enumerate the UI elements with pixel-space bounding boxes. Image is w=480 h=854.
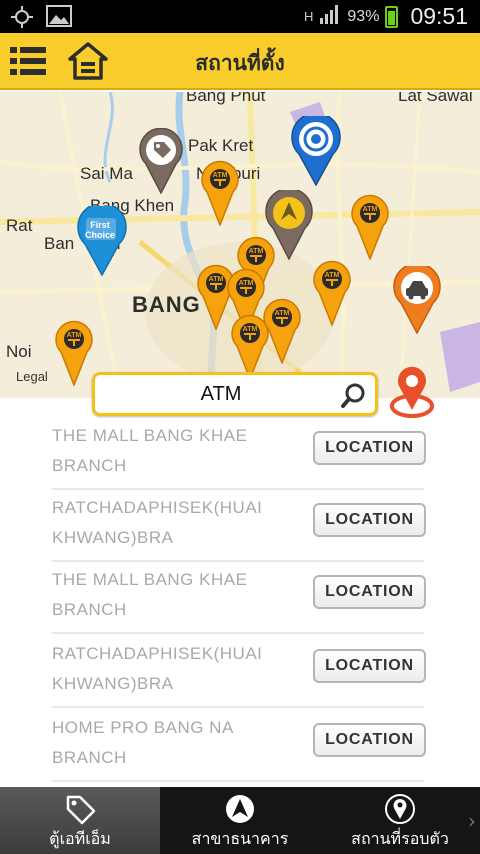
svg-text:ATM: ATM — [325, 272, 340, 279]
bottom-nav: ตู้เอทีเอ็ม สาขาธนาคาร สถานที่รอบตัว › — [0, 787, 480, 854]
svg-text:ATM: ATM — [249, 248, 264, 255]
search-bar — [92, 372, 378, 416]
map-label: Sai Ma — [80, 164, 133, 183]
location-button[interactable]: LOCATION — [313, 575, 426, 609]
svg-text:First: First — [90, 220, 110, 230]
map-label: Pak Kret — [188, 136, 254, 155]
svg-text:ATM: ATM — [209, 276, 224, 283]
battery-percent: 93% — [347, 7, 380, 25]
location-button[interactable]: LOCATION — [313, 431, 426, 465]
gps-icon — [10, 5, 34, 33]
divider — [52, 780, 424, 782]
svg-text:Choice: Choice — [85, 230, 115, 240]
list-item: HOME PRO BANG NA BRANCH LOCATION — [52, 710, 426, 782]
tab-label: สาขาธนาคาร — [191, 829, 289, 848]
app-header: สถานที่ตั้ง — [0, 33, 480, 90]
location-button[interactable]: LOCATION — [313, 503, 426, 537]
location-button[interactable]: LOCATION — [313, 649, 426, 683]
tab-label: สถานที่รอบตัว — [351, 829, 449, 848]
branch-name: RATCHADAPHISEK(HUAI KHWANG)BRA — [52, 498, 263, 547]
branch-name: THE MALL BANG KHAE BRANCH — [52, 570, 248, 619]
map-label: Bang Phut — [186, 92, 266, 105]
branch-name: RATCHADAPHISEK(HUAI KHWANG)BRA — [52, 644, 263, 693]
map-legal-link[interactable]: Legal — [16, 369, 48, 384]
list-item: RATCHADAPHISEK(HUAI KHWANG)BRA LOCATION — [52, 490, 426, 562]
chevron-right-icon[interactable]: › — [468, 809, 476, 833]
tab-label: ตู้เอทีเอ็ม — [46, 827, 114, 854]
list-item: RATCHADAPHISEK(HUAI KHWANG)BRA LOCATION — [52, 636, 426, 708]
location-pin-icon — [320, 793, 480, 825]
search-input[interactable] — [101, 380, 341, 408]
map-label: Lat Sawai — [398, 92, 473, 105]
svg-text:ATM: ATM — [243, 326, 258, 333]
branch-list: THE MALL BANG KHAE BRANCH LOCATION RATCH… — [0, 418, 480, 786]
search-icon[interactable] — [341, 382, 367, 408]
tab-nearby[interactable]: สถานที่รอบตัว › — [320, 787, 480, 854]
gallery-icon — [46, 5, 72, 33]
tab-branches[interactable]: สาขาธนาคาร — [160, 787, 320, 854]
branch-name: HOME PRO BANG NA BRANCH — [52, 718, 233, 767]
svg-text:ATM: ATM — [213, 172, 228, 179]
page-title: สถานที่ตั้ง — [195, 51, 285, 75]
list-item: THE MALL BANG KHAE BRANCH LOCATION — [52, 418, 426, 490]
svg-text:ATM: ATM — [275, 310, 290, 317]
divider — [52, 632, 424, 634]
signal-icon — [319, 4, 341, 29]
location-button[interactable]: LOCATION — [313, 723, 426, 757]
network-type: H — [304, 9, 314, 24]
bank-logo-icon — [160, 793, 320, 825]
divider — [52, 706, 424, 708]
branch-name: THE MALL BANG KHAE BRANCH — [52, 426, 248, 475]
status-bar: H 93% 09:51 — [0, 0, 480, 33]
svg-text:ATM: ATM — [67, 332, 82, 339]
tag-icon — [0, 793, 160, 825]
list-item: THE MALL BANG KHAE BRANCH LOCATION — [52, 562, 426, 634]
my-location-icon[interactable] — [386, 366, 438, 420]
clock: 09:51 — [410, 3, 468, 29]
tab-atm[interactable]: ตู้เอทีเอ็ม — [0, 787, 160, 854]
battery-icon — [385, 5, 399, 28]
map-label: Noi — [6, 342, 32, 361]
svg-text:ATM: ATM — [363, 206, 378, 213]
map-label: BANG — [132, 292, 201, 317]
map-view[interactable]: Bang Phut Lat Sawai Pak Kret Sai Ma Ntha… — [0, 92, 480, 398]
svg-text:ATM: ATM — [239, 280, 254, 287]
map-label: Rat — [6, 216, 33, 235]
